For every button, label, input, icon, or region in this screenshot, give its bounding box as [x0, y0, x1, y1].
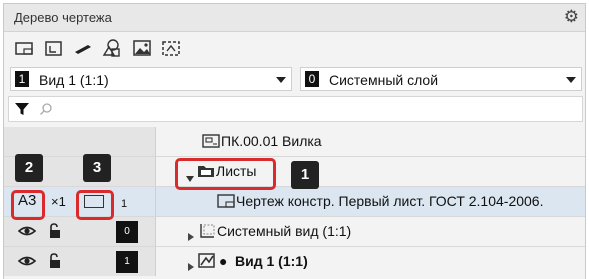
tree-left-column: 1 — [4, 247, 156, 276]
drawing-tree-panel: Дерево чертежа ⚙ 1 Вид 1 (1:1) 0 Системн… — [3, 3, 586, 279]
selector-row: 1 Вид 1 (1:1) 0 Системный слой — [4, 64, 585, 94]
panel-title: Дерево чертежа — [14, 10, 112, 25]
brush-icon[interactable] — [71, 36, 95, 60]
view1-bullet: ● — [219, 253, 228, 269]
search-icon — [39, 102, 53, 121]
panel-titlebar: Дерево чертежа ⚙ — [4, 4, 585, 32]
sheet-multiplier: ×1 — [51, 194, 66, 209]
callout-marker-2: 2 — [15, 154, 43, 182]
highlight-orientation — [76, 190, 114, 220]
gear-icon[interactable]: ⚙ — [564, 7, 579, 27]
tree-left-column — [4, 127, 156, 156]
tree-row-document[interactable]: ПК.00.01 Вилка — [4, 127, 585, 156]
chevron-down-icon — [566, 77, 576, 83]
chevron-down-icon — [276, 77, 286, 83]
system-view-label: Системный вид (1:1) — [217, 223, 352, 239]
sheet-label: Чертеж констр. Первый лист. ГОСТ 2.104-2… — [236, 193, 544, 209]
lock-icon[interactable] — [48, 253, 62, 274]
filter-row — [4, 94, 585, 124]
eye-icon[interactable] — [17, 224, 37, 243]
view1-number: 1 — [116, 251, 138, 273]
sheet-icon — [217, 193, 235, 214]
view-number: 1 — [15, 71, 29, 87]
active-view-icon — [198, 252, 216, 275]
view-select-label: Вид 1 (1:1) — [39, 72, 109, 88]
tree-row-system-view[interactable]: 0 Системный вид (1:1) — [4, 217, 585, 246]
lock-icon[interactable] — [48, 223, 62, 244]
view-select[interactable]: 1 Вид 1 (1:1) — [10, 67, 292, 91]
layer-select[interactable]: 0 Системный слой — [300, 67, 582, 91]
layer-icon[interactable] — [42, 36, 66, 60]
view1-label: Вид 1 (1:1) — [235, 253, 308, 269]
filter-input[interactable] — [8, 96, 583, 122]
highlight-sheets — [175, 158, 276, 190]
layer-select-label: Системный слой — [329, 72, 439, 88]
toolbar — [4, 32, 585, 64]
sheet-number: 1 — [121, 198, 128, 210]
layer-number: 0 — [305, 71, 319, 87]
shapes-icon[interactable] — [100, 36, 124, 60]
eye-icon[interactable] — [17, 254, 37, 273]
highlight-format — [11, 190, 45, 220]
callout-marker-3: 3 — [83, 154, 111, 182]
funnel-icon[interactable] — [14, 101, 30, 122]
insert-fragment-icon[interactable] — [159, 36, 183, 60]
expand-right-icon[interactable] — [188, 228, 194, 246]
tree-row-view1[interactable]: 1 ● Вид 1 (1:1) — [4, 247, 585, 276]
expand-right-icon[interactable] — [188, 258, 194, 276]
tree-left-column: 0 — [4, 217, 156, 246]
drawing-view-icon[interactable] — [12, 36, 36, 60]
system-view-number: 0 — [116, 221, 138, 243]
document-label: ПК.00.01 Вилка — [221, 133, 322, 149]
document-icon — [202, 133, 220, 154]
image-icon[interactable] — [130, 36, 154, 60]
view-icon — [198, 222, 216, 245]
callout-marker-1: 1 — [291, 161, 319, 189]
